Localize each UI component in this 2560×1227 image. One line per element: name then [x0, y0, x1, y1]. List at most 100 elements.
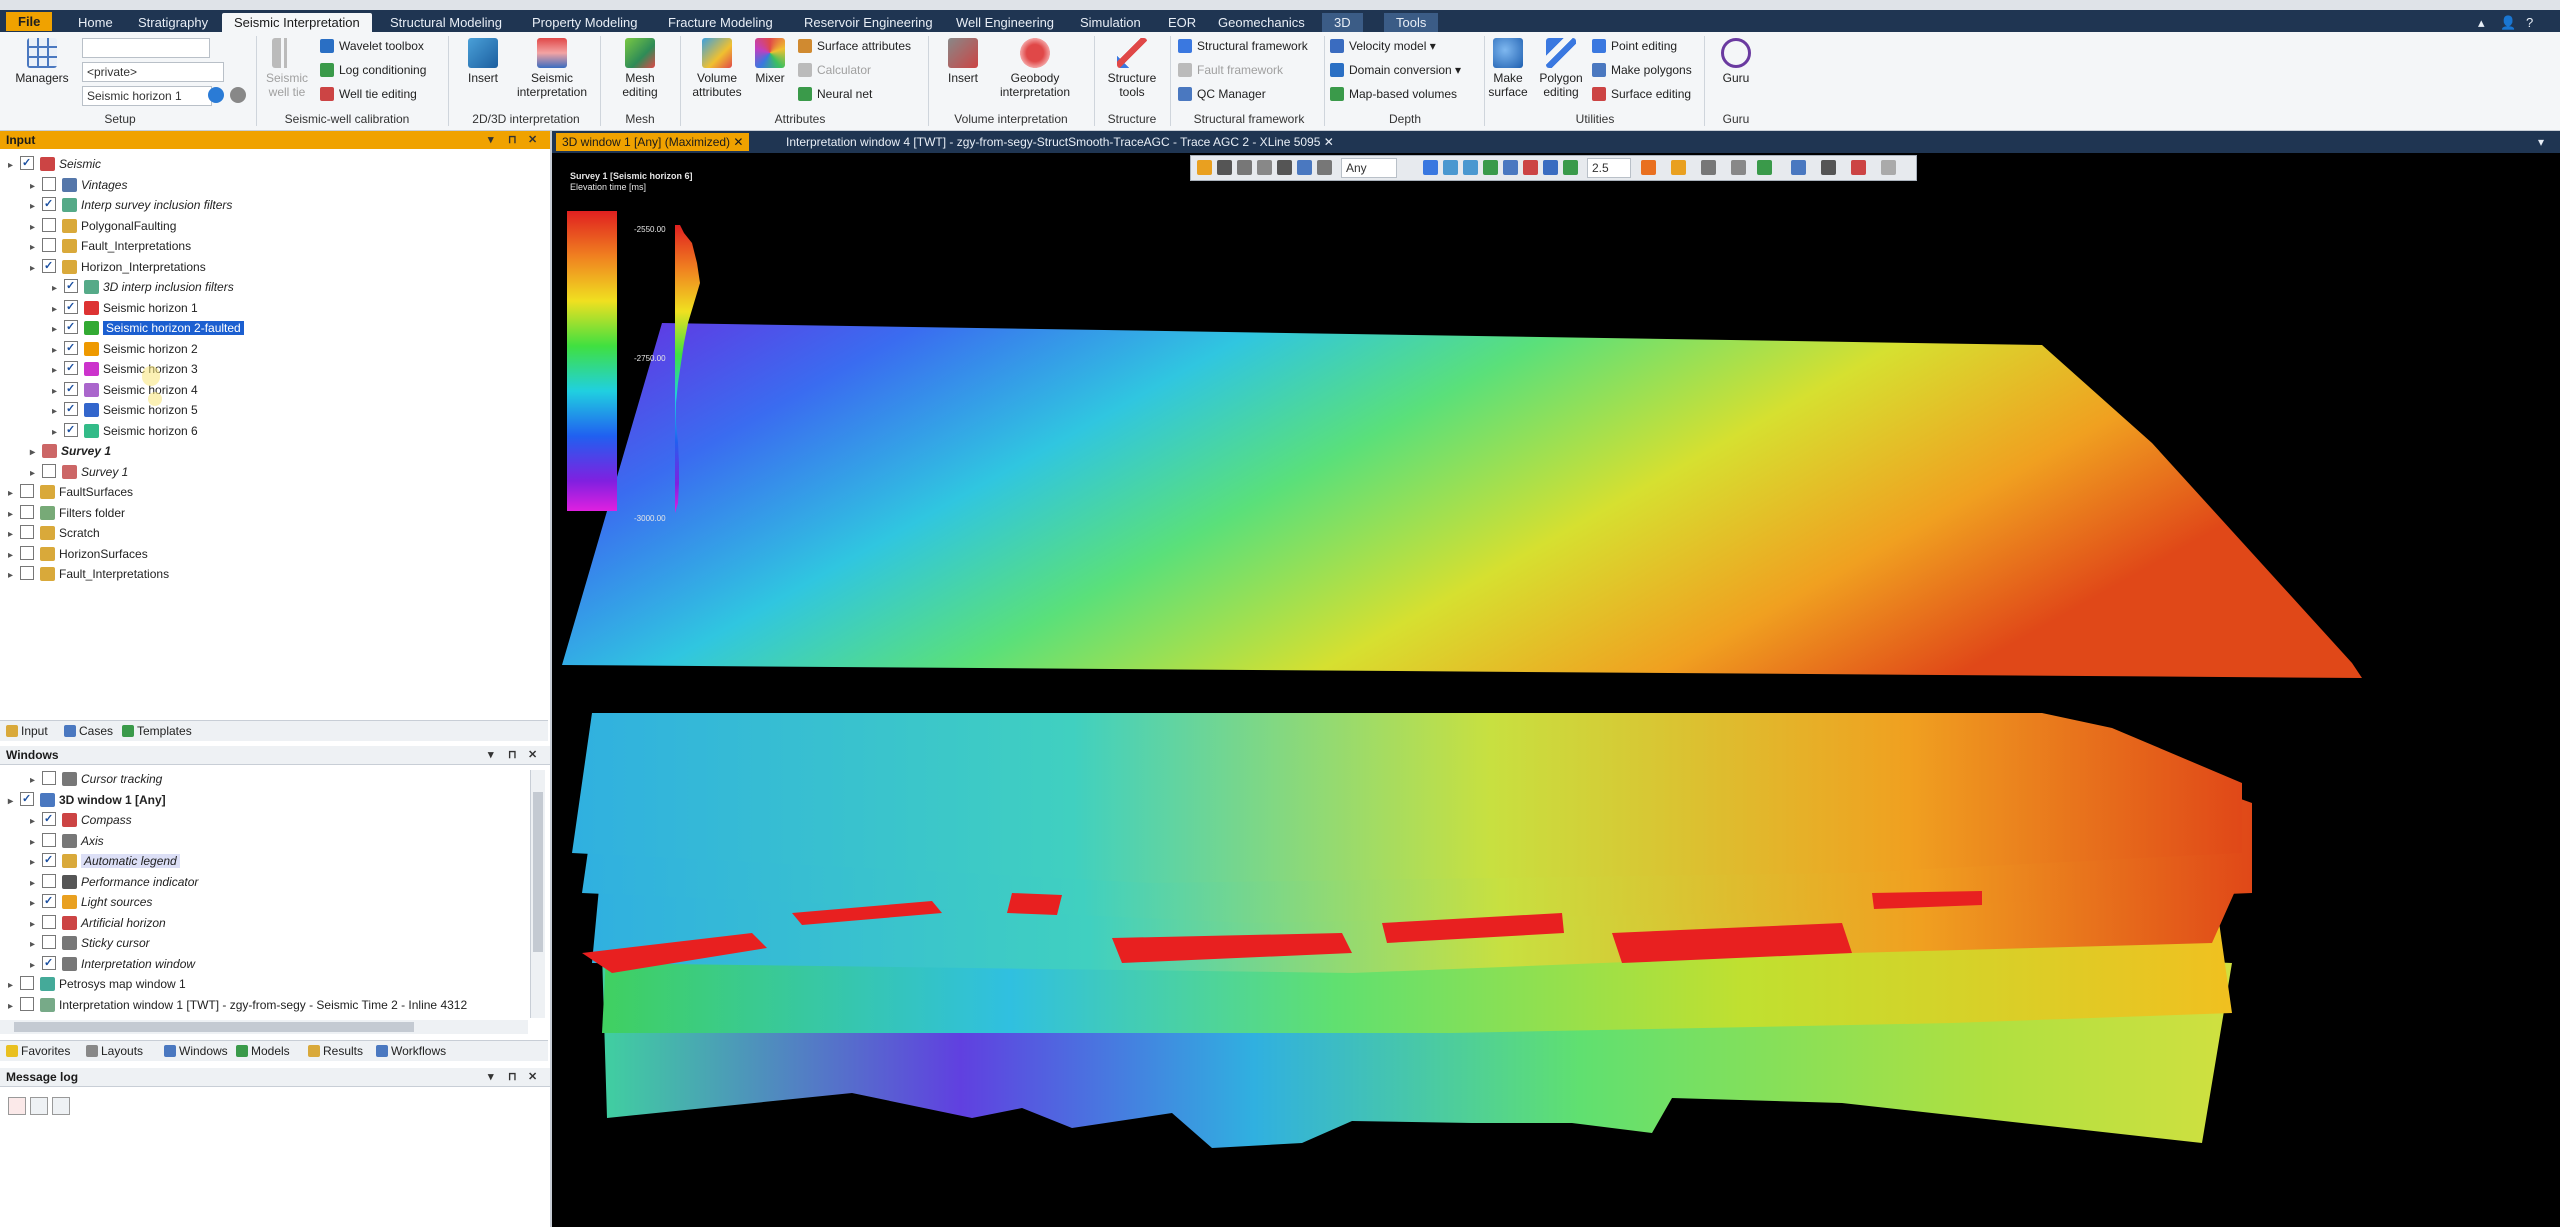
expand-arrow-icon[interactable]: ▸ [8, 566, 20, 586]
tree-item-automatic-legend[interactable]: ▸ Automatic legend [30, 850, 180, 873]
expand-arrow-icon[interactable]: ▸ [30, 464, 42, 484]
visibility-checkbox[interactable] [64, 399, 78, 419]
visibility-checkbox[interactable] [42, 935, 56, 949]
axis-toggle-icon[interactable] [1731, 160, 1746, 175]
managers-button[interactable]: Managers [12, 38, 72, 85]
tab-layouts[interactable]: Layouts [86, 1042, 143, 1060]
neural-net-button[interactable]: Neural net [798, 84, 872, 104]
visibility-checkbox[interactable] [20, 566, 34, 580]
expand-arrow-icon[interactable]: ▸ [30, 177, 42, 197]
tab-reservoir-engineering[interactable]: Reservoir Engineering [792, 13, 945, 32]
tree-item-sticky-cursor[interactable]: ▸ Sticky cursor [30, 933, 150, 953]
tree-item-fault-interpretations[interactable]: ▸ Fault_Interpretations [8, 564, 169, 584]
visibility-checkbox[interactable] [42, 914, 56, 929]
background-icon[interactable] [1701, 160, 1716, 175]
make-surface-button[interactable]: Make surface [1480, 38, 1536, 99]
fit-icon[interactable] [1503, 160, 1518, 175]
expand-arrow-icon[interactable]: ▸ [8, 997, 20, 1017]
visibility-checkbox[interactable] [42, 463, 56, 478]
visibility-checkbox[interactable] [42, 809, 56, 829]
velocity-model-button[interactable]: Velocity model ▾ [1330, 36, 1436, 56]
view-top-icon[interactable] [1443, 160, 1458, 175]
visibility-checkbox[interactable] [20, 996, 34, 1011]
expand-arrow-icon[interactable]: ▸ [52, 382, 64, 402]
tree-item-seismic[interactable]: ▸ Seismic [8, 153, 101, 174]
expand-arrow-icon[interactable]: ▸ [52, 423, 64, 443]
tree-item-vintages[interactable]: ▸ Vintages [30, 175, 127, 195]
domain-conversion-button[interactable]: Domain conversion ▾ [1330, 60, 1461, 80]
visibility-checkbox[interactable] [20, 976, 34, 990]
visibility-checkbox[interactable] [42, 771, 56, 785]
structural-framework-button[interactable]: Structural framework [1178, 36, 1308, 56]
tab-windows[interactable]: Windows [164, 1042, 228, 1060]
scrollbar-thumb[interactable] [533, 792, 543, 952]
tab-home[interactable]: Home [66, 13, 125, 32]
expand-arrow-icon[interactable]: ▸ [30, 443, 42, 463]
expand-arrow-icon[interactable]: ▸ [30, 894, 42, 914]
visibility-checkbox[interactable] [42, 238, 56, 252]
tree-item-faultsurfaces[interactable]: ▸ FaultSurfaces [8, 482, 133, 502]
tree-item-axis[interactable]: ▸ Axis [30, 831, 104, 851]
settings-icon[interactable] [230, 87, 246, 103]
tab-models[interactable]: Models [236, 1042, 290, 1060]
expand-arrow-icon[interactable]: ▸ [30, 218, 42, 238]
surface-editing-button[interactable]: Surface editing [1592, 84, 1691, 104]
tree-item-fault-interpretations[interactable]: ▸ Fault_Interpretations [30, 236, 191, 256]
expand-arrow-icon[interactable]: ▸ [30, 833, 42, 853]
expand-arrow-icon[interactable]: ▸ [8, 525, 20, 545]
visibility-checkbox[interactable] [64, 276, 78, 296]
expand-arrow-icon[interactable]: ▸ [8, 792, 20, 812]
clear-log-icon[interactable] [8, 1097, 26, 1115]
save-log-icon[interactable] [52, 1097, 70, 1115]
guru-button[interactable]: Guru [1710, 38, 1762, 85]
geobody-interpretation-button[interactable]: Geobody interpretation [994, 38, 1076, 99]
tree-item-horizonsurfaces[interactable]: ▸ HorizonSurfaces [8, 544, 148, 564]
calculator-button[interactable]: Calculator [798, 60, 871, 80]
expand-arrow-icon[interactable]: ▸ [30, 853, 42, 873]
tree-item-polygonalfaulting[interactable]: ▸ PolygonalFaulting [30, 216, 176, 236]
project-combo[interactable] [82, 38, 210, 58]
tree-item-seismic-horizon-2-faulted[interactable]: ▸ Seismic horizon 2-faulted [52, 317, 244, 338]
visibility-checkbox[interactable] [42, 176, 56, 191]
visibility-checkbox[interactable] [20, 789, 34, 809]
expand-arrow-icon[interactable]: ▸ [30, 812, 42, 832]
legend-toggle-icon[interactable] [1791, 160, 1806, 175]
map-based-volumes-button[interactable]: Map-based volumes [1330, 84, 1457, 104]
cursor-tracking-icon[interactable] [1851, 160, 1866, 175]
hscrollbar-thumb[interactable] [14, 1022, 414, 1032]
dropdown-icon[interactable]: ▾ [488, 131, 494, 149]
visibility-checkbox[interactable] [20, 484, 34, 498]
expand-arrow-icon[interactable]: ▸ [30, 935, 42, 955]
visibility-checkbox[interactable] [42, 891, 56, 911]
tree-item-light-sources[interactable]: ▸ Light sources [30, 891, 152, 914]
tree-item-seismic-horizon-3[interactable]: ▸Seismic horizon 3 [52, 358, 198, 379]
expand-arrow-icon[interactable]: ▸ [8, 546, 20, 566]
point-editing-button[interactable]: Point editing [1592, 36, 1677, 56]
expand-arrow-icon[interactable]: ▸ [8, 976, 20, 996]
screenshot-icon[interactable] [1237, 160, 1252, 175]
seismic-well-tie-button[interactable]: Seismic well tie [262, 38, 312, 99]
visibility-checkbox[interactable] [64, 338, 78, 358]
close-icon[interactable]: ✕ [528, 131, 537, 149]
expand-arrow-icon[interactable]: ▸ [52, 402, 64, 422]
pin-icon[interactable]: ⊓ [508, 131, 517, 149]
tab-templates[interactable]: Templates [122, 722, 192, 740]
close-icon[interactable]: ✕ [528, 746, 537, 764]
expand-arrow-icon[interactable]: ▸ [52, 300, 64, 320]
expand-arrow-icon[interactable]: ▸ [30, 915, 42, 935]
visibility-checkbox[interactable] [42, 953, 56, 973]
home-icon[interactable] [1423, 160, 1438, 175]
visibility-checkbox[interactable] [42, 256, 56, 276]
tab-3d-window-1[interactable]: 3D window 1 [Any] (Maximized) ✕ [556, 133, 750, 151]
tree-item-interp-survey-inclusion-filters[interactable]: ▸ Interp survey inclusion filters [30, 194, 232, 215]
tab-stratigraphy[interactable]: Stratigraphy [126, 13, 220, 32]
pin-icon[interactable]: ⊓ [508, 1068, 517, 1086]
visibility-checkbox[interactable] [64, 358, 78, 378]
tab-well-engineering[interactable]: Well Engineering [944, 13, 1066, 32]
visibility-checkbox[interactable] [20, 525, 34, 539]
visibility-checkbox[interactable] [64, 317, 78, 337]
expand-arrow-icon[interactable]: ▸ [30, 771, 42, 791]
visibility-checkbox[interactable] [42, 873, 56, 888]
tab-favorites[interactable]: Favorites [6, 1042, 70, 1060]
expand-arrow-icon[interactable]: ▸ [52, 341, 64, 361]
